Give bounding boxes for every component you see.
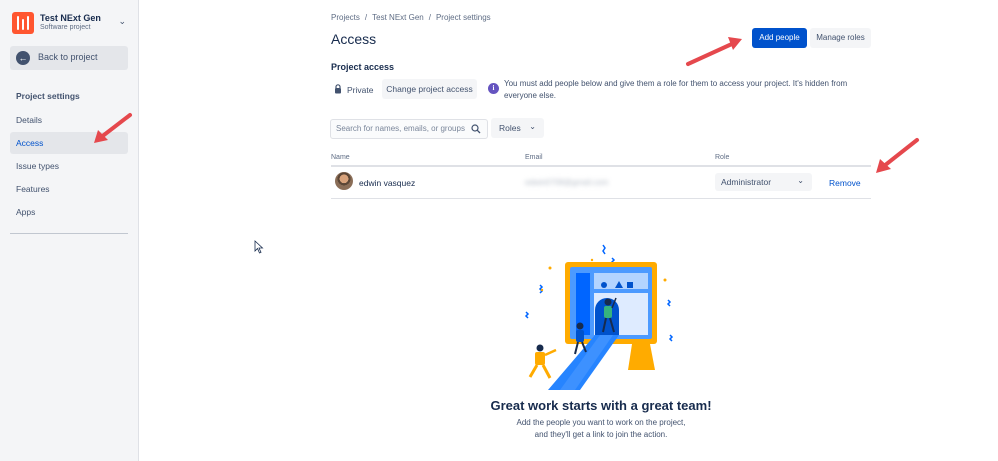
empty-state-description: Add the people you want to work on the p… — [470, 417, 732, 441]
project-avatar — [12, 12, 34, 34]
table-row-divider — [331, 198, 871, 199]
project-switcher[interactable]: Test NExt Gen Software project ⌄ — [12, 10, 130, 38]
user-email: edwin0708@gmail.com — [525, 178, 609, 187]
chevron-down-icon: ⌄ — [529, 122, 536, 131]
sidebar-item-issue-types[interactable]: Issue types — [10, 155, 128, 177]
project-name: Test NExt Gen — [40, 13, 101, 23]
change-project-access-button[interactable]: Change project access — [382, 79, 477, 99]
breadcrumb-project-settings[interactable]: Project settings — [436, 13, 491, 22]
remove-user-link[interactable]: Remove — [829, 178, 861, 188]
people-search-input[interactable]: Search for names, emails, or groups — [330, 119, 488, 139]
roles-filter-label: Roles — [499, 123, 521, 133]
sidebar-item-features[interactable]: Features — [10, 178, 128, 200]
chevron-down-icon[interactable]: ⌄ — [118, 16, 126, 27]
user-name: edwin vasquez — [359, 178, 416, 188]
visibility-label: Private — [347, 85, 374, 95]
breadcrumb: Projects / Test NExt Gen / Project settings — [331, 13, 491, 22]
annotation-arrow — [94, 113, 132, 143]
add-people-button[interactable]: Add people — [752, 28, 807, 48]
sidebar-item-label: Features — [16, 184, 50, 194]
project-type: Software project — [40, 24, 91, 31]
back-to-project-button[interactable]: ← Back to project — [10, 46, 128, 70]
breadcrumb-project[interactable]: Test NExt Gen — [372, 13, 424, 22]
page-title: Access — [331, 31, 377, 47]
sidebar-heading: Project settings — [16, 91, 80, 101]
sidebar-item-label: Details — [16, 115, 42, 125]
sidebar: Test NExt Gen Software project ⌄ ← Back … — [0, 0, 139, 461]
role-select-value: Administrator — [721, 177, 772, 187]
team-illustration — [524, 244, 674, 390]
empty-state-line-1: Add the people you want to work on the p… — [516, 418, 686, 427]
manage-roles-button[interactable]: Manage roles — [810, 28, 871, 48]
role-select[interactable]: Administrator ⌄ — [715, 173, 812, 191]
project-access-heading: Project access — [331, 62, 395, 72]
sidebar-divider — [10, 233, 128, 234]
access-info-text: You must add people below and give them … — [504, 79, 848, 100]
empty-state-heading: Great work starts with a great team! — [490, 398, 712, 413]
breadcrumb-projects[interactable]: Projects — [331, 13, 360, 22]
info-icon: i — [488, 83, 499, 94]
lock-icon — [335, 84, 341, 94]
search-placeholder: Search for names, emails, or groups — [336, 124, 465, 133]
avatar — [335, 172, 353, 190]
column-header-role: Role — [715, 154, 730, 161]
search-icon — [471, 124, 481, 134]
annotation-arrow — [876, 138, 919, 173]
sidebar-item-label: Issue types — [16, 161, 59, 171]
table-header-divider — [331, 165, 871, 167]
back-to-project-label: Back to project — [38, 52, 98, 62]
mouse-cursor-icon — [254, 240, 264, 254]
annotation-arrow — [686, 37, 742, 66]
chevron-down-icon: ⌄ — [797, 176, 804, 185]
sidebar-item-label: Access — [16, 138, 44, 148]
sidebar-item-label: Apps — [16, 207, 36, 217]
column-header-email: Email — [525, 154, 543, 161]
empty-state-line-2: and they'll get a link to join the actio… — [534, 430, 668, 439]
column-header-name: Name — [331, 154, 350, 161]
arrow-left-icon: ← — [16, 51, 30, 65]
sidebar-item-apps[interactable]: Apps — [10, 201, 128, 223]
roles-filter-dropdown[interactable]: Roles ⌄ — [491, 118, 544, 138]
